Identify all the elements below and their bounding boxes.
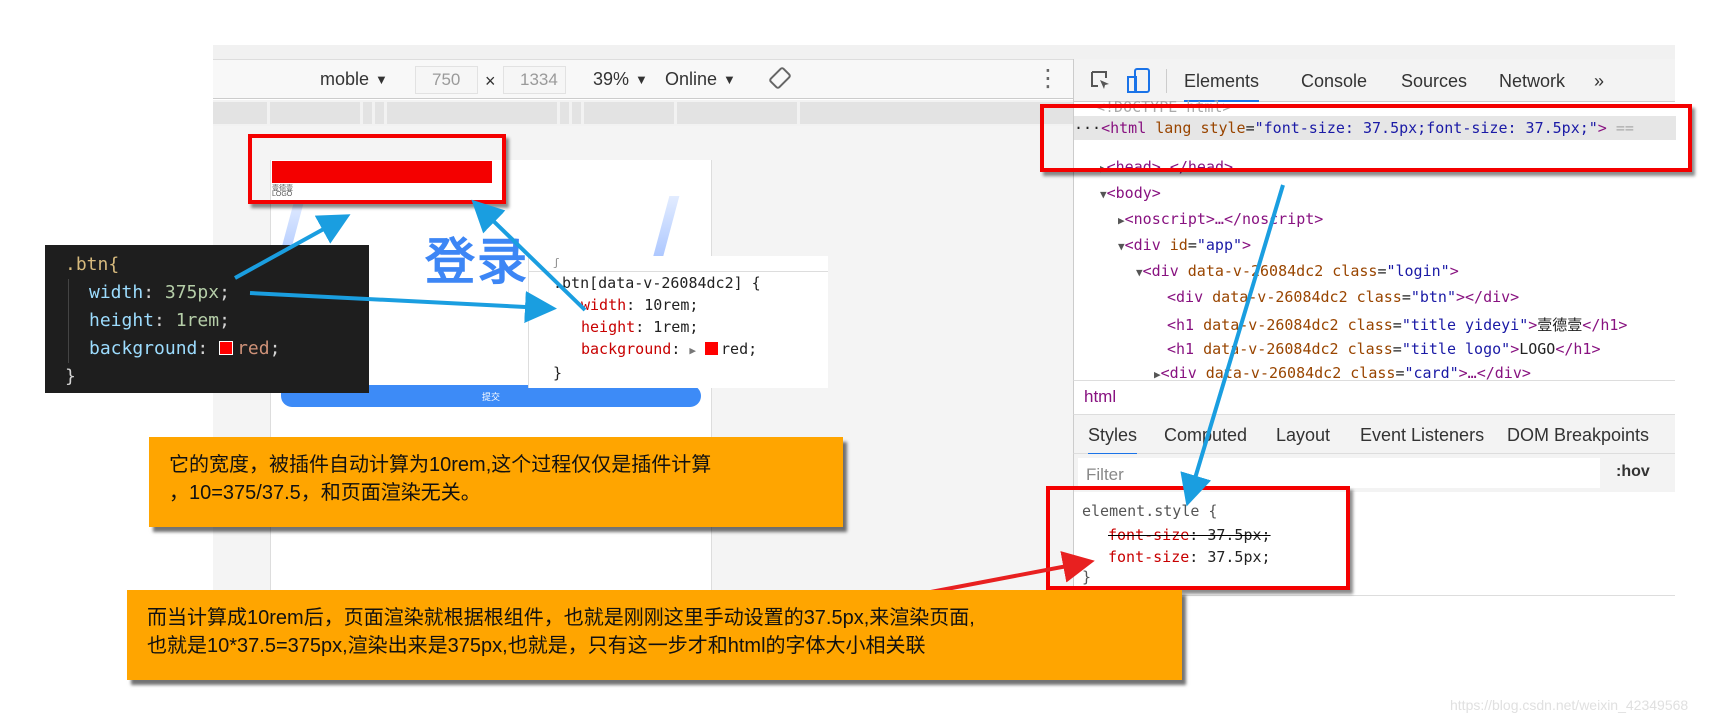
note-line: 也就是10*37.5=375px,渲染出来是375px,也就是，只有这一步才和h… <box>147 635 926 657</box>
note-line: 而当计算成10rem后，页面渲染就根据根组件，也就是刚刚这里手动设置的37.5p… <box>147 607 975 629</box>
arrow-compiled-to-render <box>471 199 587 312</box>
note-line: 它的宽度，被插件自动计算为10rem,这个过程仅仅是插件计算 <box>169 454 712 476</box>
watermark: https://blog.csdn.net/weixin_42349568 <box>1450 697 1689 713</box>
arrow-html-to-style <box>1180 184 1285 507</box>
arrow-source-to-compiled <box>249 291 557 323</box>
note-plugin-calculation: 它的宽度，被插件自动计算为10rem,这个过程仅仅是插件计算 ，10=375/3… <box>149 437 843 527</box>
note-line: ，10=375/37.5，和页面渲染无关。 <box>169 482 481 504</box>
note-render-calculation: 而当计算成10rem后，页面渲染就根据根组件，也就是刚刚这里手动设置的37.5p… <box>127 590 1182 680</box>
arrow-source-to-render <box>234 214 351 280</box>
